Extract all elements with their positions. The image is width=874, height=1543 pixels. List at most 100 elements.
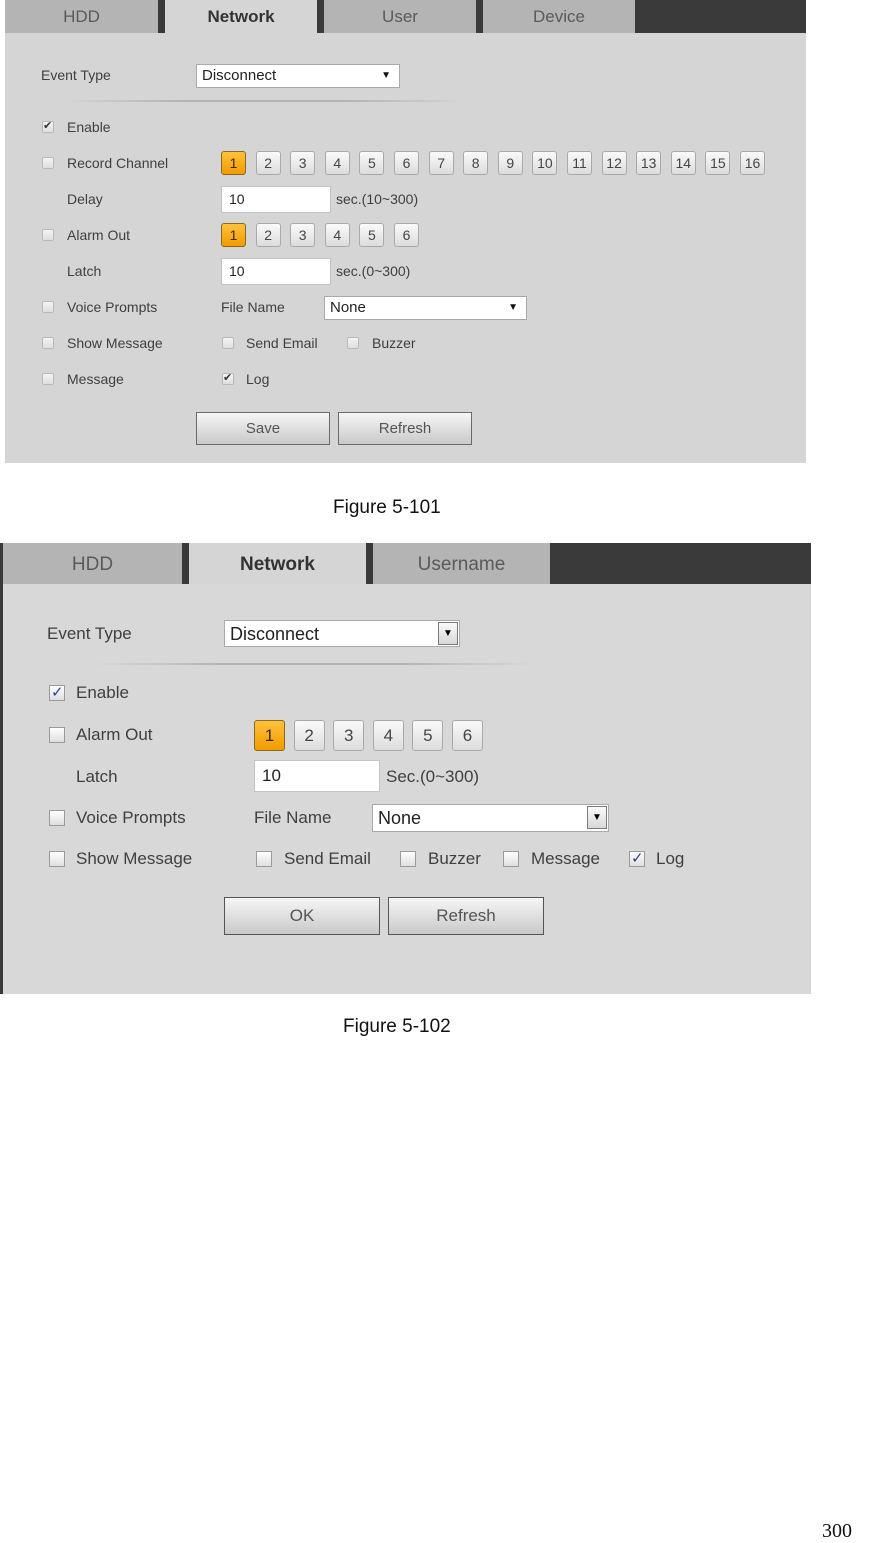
voice-prompts-label: Voice Prompts: [76, 808, 186, 827]
latch-input[interactable]: 10: [254, 760, 380, 792]
tab-bar: HDD Network User Device: [5, 0, 806, 33]
file-name-value: None: [330, 299, 366, 316]
buzzer-checkbox[interactable]: [400, 851, 416, 867]
log-checkbox[interactable]: [222, 371, 234, 385]
voice-prompts-label: Voice Prompts: [67, 299, 158, 315]
message-checkbox[interactable]: [503, 851, 519, 867]
event-type-value: Disconnect: [202, 67, 277, 84]
tab-network[interactable]: Network: [189, 543, 366, 584]
dropdown-arrow-icon: ▼: [508, 302, 518, 313]
dropdown-arrow-icon: ▼: [587, 806, 607, 829]
record-channel-checkbox[interactable]: [42, 157, 54, 169]
alarm-out-checkbox[interactable]: [49, 727, 65, 743]
buzzer-checkbox[interactable]: [347, 337, 359, 349]
alarm-out-button-4[interactable]: 4: [324, 223, 350, 247]
latch-unit: sec.(0~300): [336, 263, 411, 279]
record-channel-button-14[interactable]: 14: [670, 151, 696, 175]
buzzer-label: Buzzer: [428, 849, 481, 868]
alarm-out-button-5[interactable]: 5: [412, 720, 444, 751]
enable-label: Enable: [76, 683, 129, 702]
event-type-label: Event Type: [41, 67, 111, 83]
save-button[interactable]: Save: [196, 412, 330, 445]
record-channel-button-7[interactable]: 7: [428, 151, 454, 175]
file-name-label: File Name: [221, 299, 285, 315]
alarm-out-button-6[interactable]: 6: [452, 720, 483, 751]
record-channel-button-9[interactable]: 9: [497, 151, 523, 175]
message-label: Message: [531, 849, 600, 868]
tab-device[interactable]: Device: [483, 0, 635, 33]
record-channel-button-6[interactable]: 6: [394, 151, 419, 175]
alarm-out-button-3[interactable]: 3: [333, 720, 365, 751]
record-channel-button-15[interactable]: 15: [705, 151, 731, 175]
figure-caption: Figure 5-102: [343, 1016, 451, 1037]
show-message-checkbox[interactable]: [49, 851, 65, 867]
event-type-select[interactable]: Disconnect ▼: [196, 64, 400, 88]
file-name-select[interactable]: None ▼: [372, 804, 609, 832]
record-channel-button-16[interactable]: 16: [740, 151, 765, 175]
send-email-checkbox[interactable]: [256, 851, 272, 867]
file-name-select[interactable]: None ▼: [324, 296, 527, 320]
delay-input[interactable]: 10: [221, 186, 331, 213]
tab-hdd[interactable]: HDD: [5, 0, 158, 33]
tab-user[interactable]: User: [324, 0, 476, 33]
tab-network[interactable]: Network: [165, 0, 317, 33]
divider: [93, 663, 533, 665]
divider: [65, 100, 465, 102]
figure-5-101-panel: HDD Network User Device Event Type Disco…: [5, 0, 806, 463]
record-channel-button-5[interactable]: 5: [359, 151, 385, 175]
log-label: Log: [656, 849, 685, 868]
log-checkbox[interactable]: [629, 849, 645, 867]
log-label: Log: [246, 371, 270, 387]
record-channel-button-2[interactable]: 2: [255, 151, 281, 175]
alarm-out-button-1[interactable]: 1: [221, 223, 246, 247]
page-number: 300: [822, 1520, 852, 1542]
dropdown-arrow-icon: ▼: [381, 70, 391, 81]
event-type-value: Disconnect: [230, 624, 320, 644]
tab-username[interactable]: Username: [373, 543, 550, 584]
figure-5-102-panel: HDD Network Username Event Type Disconne…: [0, 543, 811, 994]
tab-bar: HDD Network Username: [3, 543, 811, 584]
record-channel-button-3[interactable]: 3: [290, 151, 316, 175]
enable-checkbox[interactable]: [49, 683, 65, 701]
alarm-out-label: Alarm Out: [76, 725, 153, 744]
latch-label: Latch: [67, 263, 102, 279]
alarm-out-button-2[interactable]: 2: [293, 720, 325, 751]
dropdown-arrow-icon: ▼: [438, 622, 458, 645]
voice-prompts-checkbox[interactable]: [49, 810, 65, 826]
event-type-label: Event Type: [47, 624, 132, 643]
send-email-checkbox[interactable]: [222, 337, 234, 349]
record-channel-button-1[interactable]: 1: [221, 151, 246, 175]
refresh-button[interactable]: Refresh: [338, 412, 472, 445]
record-channel-button-11[interactable]: 11: [567, 151, 592, 175]
alarm-out-button-5[interactable]: 5: [359, 223, 385, 247]
ok-button[interactable]: OK: [224, 897, 380, 935]
alarm-out-button-3[interactable]: 3: [290, 223, 316, 247]
tab-hdd[interactable]: HDD: [3, 543, 182, 584]
message-checkbox[interactable]: [42, 373, 54, 385]
voice-prompts-checkbox[interactable]: [42, 301, 54, 313]
latch-input[interactable]: 10: [221, 258, 331, 285]
show-message-checkbox[interactable]: [42, 337, 54, 349]
enable-label: Enable: [67, 119, 111, 135]
buzzer-label: Buzzer: [372, 335, 416, 351]
file-name-label: File Name: [254, 808, 332, 827]
enable-checkbox[interactable]: [42, 119, 54, 133]
refresh-button[interactable]: Refresh: [388, 897, 544, 935]
record-channel-button-10[interactable]: 10: [532, 151, 558, 175]
send-email-label: Send Email: [284, 849, 371, 868]
show-message-label: Show Message: [67, 335, 163, 351]
send-email-label: Send Email: [246, 335, 318, 351]
event-type-select[interactable]: Disconnect ▼: [224, 620, 460, 647]
alarm-out-checkbox[interactable]: [42, 229, 54, 241]
alarm-out-button-6[interactable]: 6: [394, 223, 419, 247]
alarm-out-button-1[interactable]: 1: [254, 720, 285, 751]
alarm-out-button-2[interactable]: 2: [255, 223, 281, 247]
figure-caption: Figure 5-101: [333, 497, 441, 518]
record-channel-button-13[interactable]: 13: [636, 151, 662, 175]
delay-unit: sec.(10~300): [336, 191, 419, 207]
record-channel-button-12[interactable]: 12: [601, 151, 627, 175]
alarm-out-button-4[interactable]: 4: [372, 720, 404, 751]
record-channel-button-8[interactable]: 8: [463, 151, 489, 175]
latch-unit: Sec.(0~300): [386, 767, 480, 786]
record-channel-button-4[interactable]: 4: [324, 151, 350, 175]
